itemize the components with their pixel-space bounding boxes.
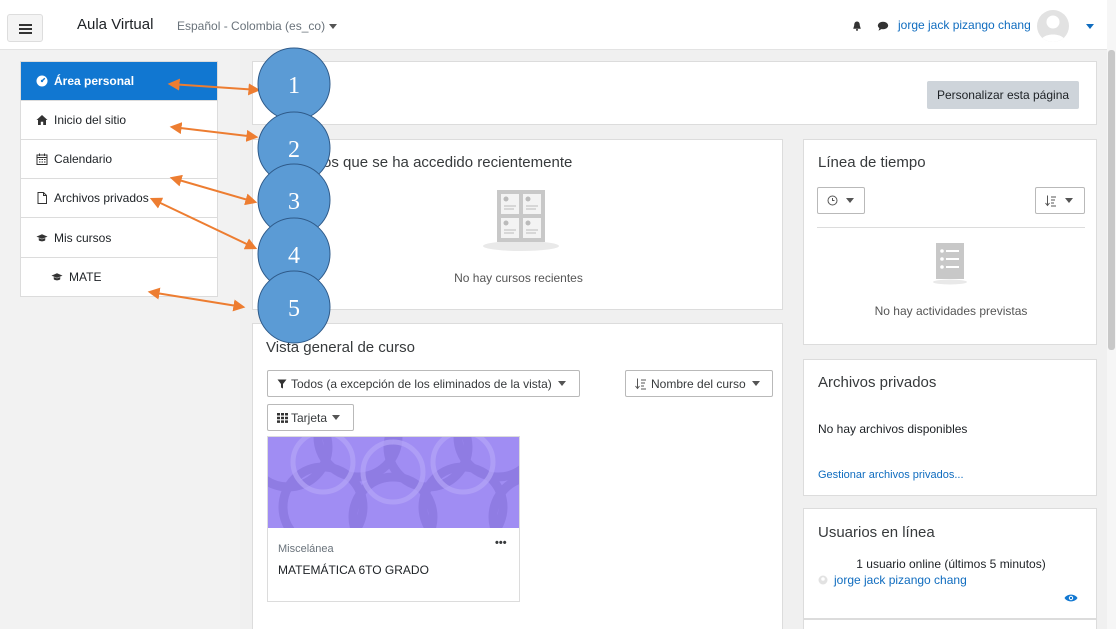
manage-files-link[interactable]: Gestionar archivos privados... [818, 469, 964, 481]
block-title: os que se ha accedido recientemente [323, 154, 573, 171]
page-scrollbar[interactable] [1107, 0, 1116, 629]
site-name[interactable]: Aula Virtual [77, 16, 153, 33]
chevron-down-icon [846, 198, 854, 203]
view-label: Tarjeta [291, 410, 328, 425]
nav-item-label: Calendario [54, 152, 113, 166]
block-title: Línea de tiempo [818, 154, 926, 171]
sort-label: Nombre del curso [651, 376, 746, 391]
timeline-filter-dropdown[interactable] [817, 187, 865, 214]
chevron-down-icon [751, 381, 760, 386]
online-summary: 1 usuario online (últimos 5 minutos) [856, 557, 1046, 571]
timeline-sort-dropdown[interactable] [1035, 187, 1085, 214]
chevron-down-icon [332, 415, 341, 420]
view-mode-dropdown[interactable]: Tarjeta [267, 404, 354, 431]
empty-message: No hay archivos disponibles [818, 422, 968, 436]
chevron-down-icon [1065, 198, 1073, 203]
nav-item-label: Archivos privados [54, 191, 149, 205]
private-files-block: Archivos privados No hay archivos dispon… [803, 359, 1097, 496]
eye-icon[interactable] [1064, 593, 1078, 603]
course-category: Miscelánea [278, 543, 334, 555]
chevron-down-icon [329, 24, 338, 30]
course-image[interactable] [268, 437, 519, 528]
chat-bubble-icon[interactable] [877, 21, 889, 31]
recent-courses-block: os que se ha accedido recientemente No h… [252, 139, 783, 310]
user-avatar-icon [818, 575, 828, 585]
clock-icon [827, 195, 838, 206]
block-title: Usuarios en línea [818, 524, 935, 541]
course-sort-dropdown[interactable]: Nombre del curso [625, 370, 773, 397]
block-title: Vista general de curso [266, 339, 415, 356]
customise-page-button[interactable]: Personalizar esta página [927, 81, 1079, 109]
page-header: Personalizar esta página [252, 61, 1097, 125]
course-filter-dropdown[interactable]: Todos (a excepción de los eliminados de … [267, 370, 580, 397]
course-menu-icon[interactable]: ••• [495, 537, 507, 549]
user-menu-chevron-icon[interactable] [1086, 24, 1094, 29]
dashboard-icon [36, 75, 48, 87]
calendar-icon [36, 153, 48, 165]
sort-icon [1045, 195, 1056, 206]
nav-item-mate[interactable]: MATE [21, 258, 217, 296]
hamburger-icon[interactable] [7, 14, 43, 42]
course-name[interactable]: MATEMÁTICA 6TO GRADO [278, 563, 429, 577]
block-title: Archivos privados [818, 374, 937, 391]
nav-item-mis-cursos[interactable]: Mis cursos [21, 218, 217, 257]
nav-item-area-personal[interactable]: Área personal [21, 62, 217, 101]
language-menu[interactable]: Español - Colombia (es_co) [177, 19, 338, 33]
nav-item-label: Área personal [54, 74, 135, 88]
empty-message: No hay actividades previstas [874, 304, 1028, 318]
main-nav: Área personal Inicio del sitio Calendari… [20, 61, 218, 258]
nav-item-label: Mis cursos [54, 230, 112, 245]
avatar[interactable] [1037, 10, 1069, 42]
nav-item-label: MATE [69, 270, 102, 284]
chevron-down-icon [557, 381, 566, 386]
nav-item-archivos-privados[interactable]: Archivos privados [21, 179, 217, 218]
grid-icon [277, 412, 288, 423]
nav-drawer: Área personal Inicio del sitio Calendari… [0, 50, 240, 629]
next-block [803, 619, 1097, 629]
graduation-cap-icon [51, 271, 63, 283]
online-users-block: Usuarios en línea 1 usuario online (últi… [803, 508, 1097, 619]
nav-item-label: Inicio del sitio [54, 113, 127, 127]
language-label: Español - Colombia (es_co) [177, 19, 326, 33]
nav-item-inicio-del-sitio[interactable]: Inicio del sitio [21, 101, 217, 140]
file-icon [36, 192, 48, 204]
online-user-link[interactable]: jorge jack pizango chang [834, 573, 967, 587]
scrollbar-thumb[interactable] [1108, 50, 1115, 350]
filter-icon [277, 379, 287, 388]
course-cards-placeholder-icon [483, 190, 559, 251]
list-placeholder-icon [933, 243, 967, 285]
nav-item-calendario[interactable]: Calendario [21, 140, 217, 179]
bell-icon[interactable] [852, 21, 862, 31]
top-navbar: Aula Virtual Español - Colombia (es_co) … [0, 0, 1116, 50]
course-card[interactable]: Miscelánea ••• MATEMÁTICA 6TO GRADO [267, 436, 520, 602]
sort-icon [635, 378, 646, 389]
user-menu-name[interactable]: jorge jack pizango chang [898, 18, 1031, 32]
course-overview-block: Vista general de curso Todos (a excepció… [252, 323, 783, 629]
course-nav: MATE [20, 257, 218, 297]
home-icon [36, 114, 48, 126]
graduation-cap-icon [36, 232, 48, 244]
filter-label: Todos (a excepción de los eliminados de … [291, 376, 552, 391]
timeline-block: Línea de tiempo No hay actividades previ… [803, 139, 1097, 345]
empty-message: No hay cursos recientes [454, 271, 583, 285]
